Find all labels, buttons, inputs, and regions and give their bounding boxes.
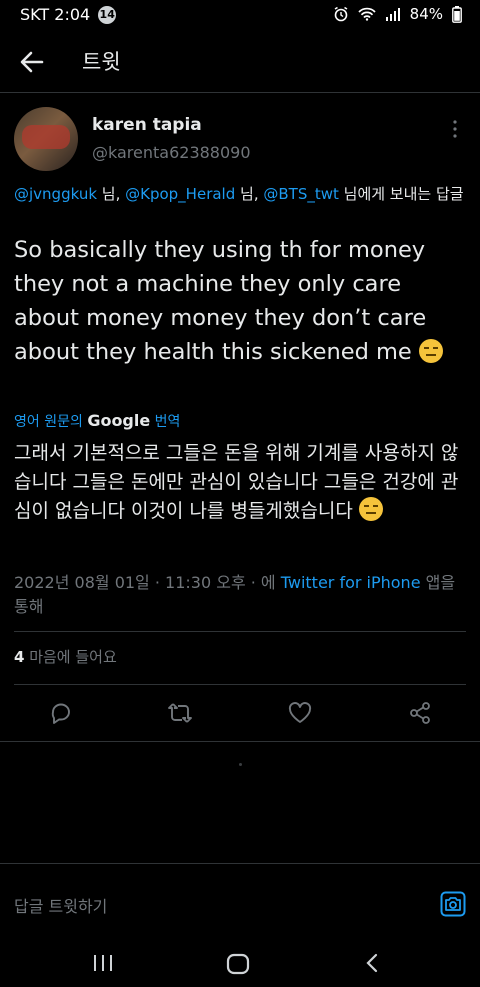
recent-apps-icon[interactable] xyxy=(92,953,114,973)
replying-suffix: 님에게 보내는 답글 xyxy=(338,185,464,203)
google-brand: Google xyxy=(87,411,151,430)
divider xyxy=(0,741,480,742)
expressionless-face-emoji-icon xyxy=(358,497,383,521)
like-button[interactable] xyxy=(287,700,313,726)
battery-percent: 84% xyxy=(409,5,443,23)
mention-link[interactable]: @jvnggkuk xyxy=(14,185,97,203)
replying-separator: 님, xyxy=(235,185,264,203)
mention-link[interactable]: @Kpop_Herald xyxy=(125,185,235,203)
divider xyxy=(14,631,466,632)
reply-icon xyxy=(51,703,70,724)
tweet-text: So basically they using th for money the… xyxy=(14,233,470,369)
avatar[interactable] xyxy=(14,107,78,171)
tweet-source[interactable]: Twitter for iPhone xyxy=(281,573,421,592)
tweet-body: So basically they using th for money the… xyxy=(14,237,427,365)
tweet-metadata: 2022년 08월 01일 · 11:30 오후 · 에 Twitter for… xyxy=(14,571,470,619)
translate-suffix: 번역 xyxy=(150,414,181,430)
action-bar xyxy=(0,700,480,730)
share-icon xyxy=(410,702,430,724)
translated-body: 그래서 기본적으로 그들은 돈을 위해 기계를 사용하지 않습니다 그들은 돈에… xyxy=(14,442,459,522)
signal-icon xyxy=(385,8,400,21)
divider xyxy=(14,684,466,685)
wifi-icon xyxy=(358,7,376,21)
share-button[interactable] xyxy=(407,700,433,726)
timestamp[interactable]: 2022년 08월 01일 · 11:30 오후 · 에 xyxy=(14,573,281,592)
reply-button[interactable] xyxy=(48,700,74,726)
camera-icon[interactable] xyxy=(440,891,466,917)
more-options-icon[interactable] xyxy=(452,119,458,139)
scroll-indicator xyxy=(239,763,242,766)
replying-separator: 님, xyxy=(97,185,126,203)
author-name[interactable]: karen tapia xyxy=(92,115,202,135)
mention-link[interactable]: @BTS_twt xyxy=(263,185,339,203)
author-handle[interactable]: @karenta62388090 xyxy=(92,143,251,162)
battery-icon xyxy=(452,5,462,23)
page-title: 트윗 xyxy=(82,50,121,74)
reply-composer: 답글 트윗하기 xyxy=(0,863,480,942)
replying-to: @jvnggkuk 님, @Kpop_Herald 님, @BTS_twt 님에… xyxy=(14,183,466,205)
translate-label[interactable]: 영어 원문의 Google 번역 xyxy=(14,411,180,431)
retweet-icon xyxy=(168,703,192,723)
home-icon[interactable] xyxy=(226,953,250,975)
likes-number: 4 xyxy=(14,648,25,666)
retweet-button[interactable] xyxy=(167,700,193,726)
system-nav-bar xyxy=(0,941,480,987)
alarm-icon xyxy=(334,6,348,22)
expressionless-face-emoji-icon xyxy=(418,339,443,363)
back-arrow-icon[interactable] xyxy=(18,48,46,76)
translate-prefix: 영어 원문의 xyxy=(14,414,88,430)
reply-input[interactable]: 답글 트윗하기 xyxy=(14,893,107,917)
likes-label: 마음에 들어요 xyxy=(24,648,117,666)
top-app-bar: 트윗 xyxy=(0,30,480,93)
translated-text: 그래서 기본적으로 그들은 돈을 위해 기계를 사용하지 않습니다 그들은 돈에… xyxy=(14,439,470,526)
notification-badge: 14 xyxy=(98,5,117,24)
likes-count[interactable]: 4 마음에 들어요 xyxy=(14,646,117,667)
status-bar: SKT 2:04 14 84% xyxy=(0,0,480,30)
like-icon xyxy=(288,702,312,723)
carrier-time: SKT 2:04 xyxy=(20,5,91,24)
back-nav-icon[interactable] xyxy=(362,953,382,973)
